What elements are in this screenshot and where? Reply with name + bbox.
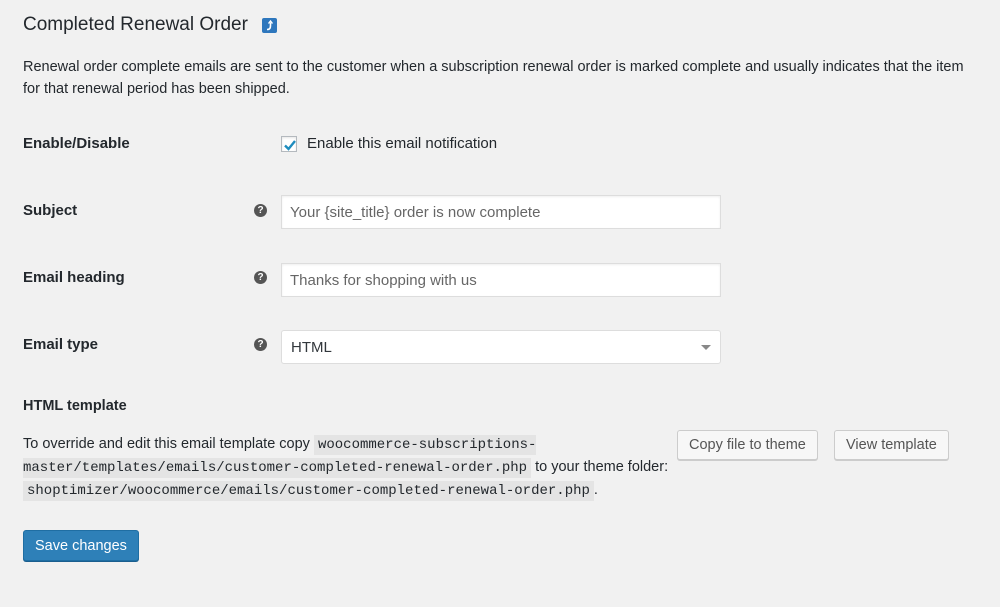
email-description: Renewal order complete emails are sent t… — [23, 59, 964, 97]
email-type-selected: HTML — [291, 339, 332, 356]
subject-input[interactable] — [281, 195, 721, 229]
email-type-select[interactable]: HTML — [281, 330, 721, 364]
page-title: Completed Renewal Order — [23, 14, 277, 36]
html-template-heading: HTML template — [23, 398, 127, 414]
page-title-text: Completed Renewal Order — [23, 14, 248, 35]
copy-file-to-theme-button[interactable]: Copy file to theme — [677, 430, 818, 460]
email-type-label: Email type — [23, 336, 99, 353]
enable-notification-checkbox[interactable] — [281, 135, 297, 152]
enable-notification-toggle[interactable]: Enable this email notification — [281, 135, 497, 152]
template-theme-path: shoptimizer/woocommerce/emails/customer-… — [23, 481, 594, 501]
question-circle-icon[interactable]: ? — [254, 271, 267, 284]
chevron-down-icon — [701, 345, 711, 350]
template-override-text: To override and edit this email template… — [23, 433, 673, 502]
override-text-part: To override and edit this email template… — [23, 436, 314, 452]
subject-label: Subject — [23, 202, 78, 219]
return-arrow-icon[interactable] — [261, 17, 277, 33]
enable-notification-label: Enable this email notification — [307, 135, 498, 152]
override-text-part: . — [593, 482, 598, 498]
email-heading-label: Email heading — [23, 269, 125, 286]
question-circle-icon[interactable]: ? — [254, 338, 267, 351]
view-template-button[interactable]: View template — [834, 430, 949, 460]
checkmark-icon — [284, 139, 296, 151]
save-changes-button[interactable]: Save changes — [23, 530, 139, 561]
override-text-part: to your theme folder: — [531, 459, 669, 475]
email-heading-input[interactable] — [281, 263, 721, 297]
enable-disable-label: Enable/Disable — [23, 135, 130, 152]
question-circle-icon[interactable]: ? — [254, 204, 267, 217]
